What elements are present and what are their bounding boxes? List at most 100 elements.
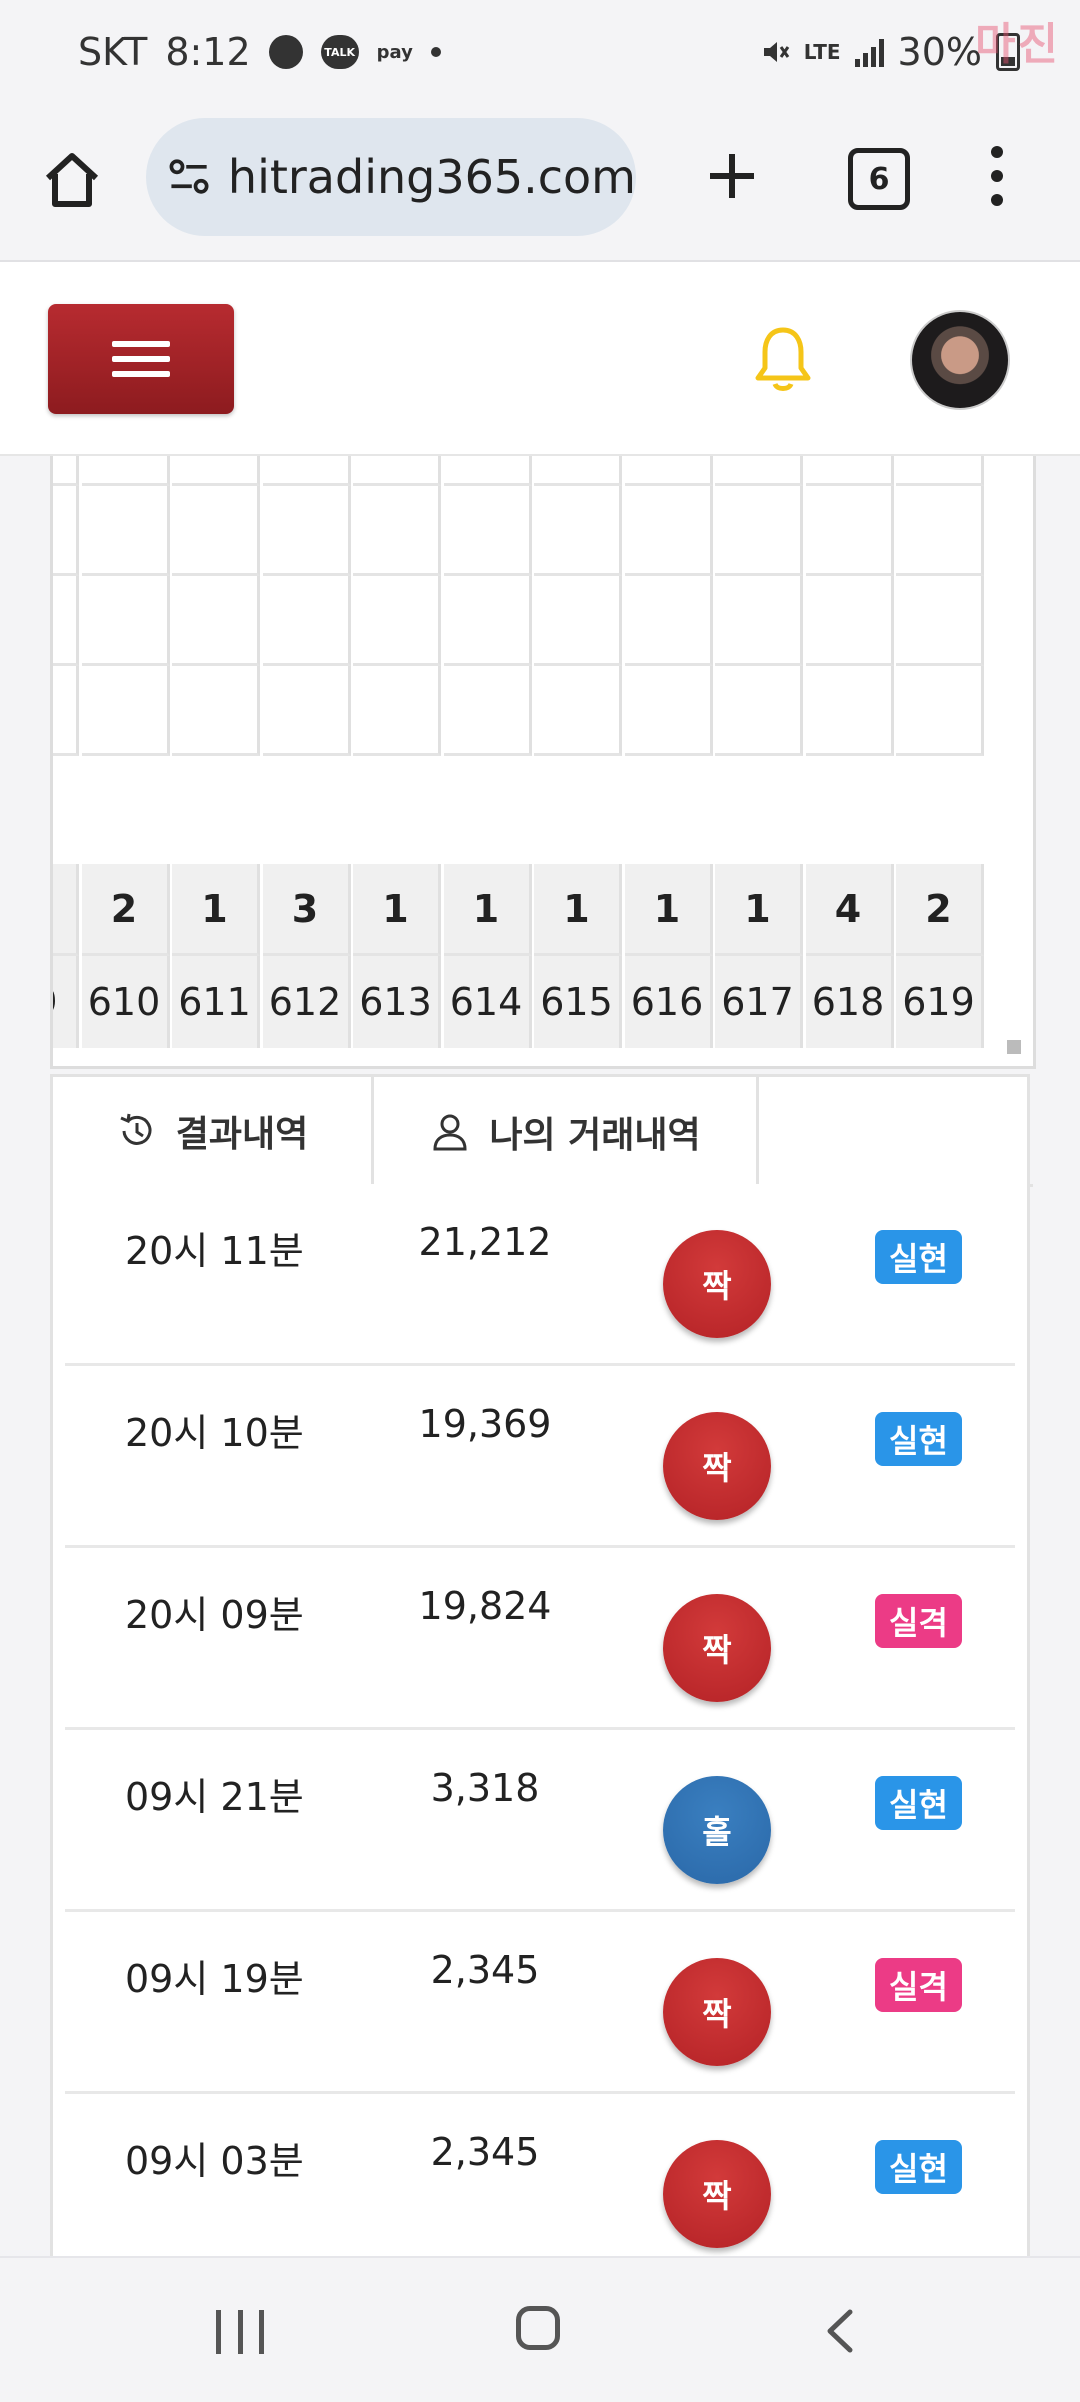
grid-count-cell: 2: [81, 864, 170, 956]
trade-row[interactable]: 20시 09분 19,824 짝 실격: [65, 1548, 1015, 1730]
address-bar[interactable]: hitrading365.com: [146, 118, 636, 236]
odd-pick-ball: 홀: [663, 1776, 771, 1884]
trade-list[interactable]: 20시 11분 21,212 짝 실현 20시 10분 19,369 짝 실현 20시 09분 1…: [50, 1184, 1030, 2276]
carrier-label: SKT: [78, 30, 148, 74]
system-nav-bar: [0, 2256, 1080, 2402]
grid-cell: [805, 486, 894, 576]
grid-round-cell: 617: [715, 956, 803, 1048]
grid-cell: [262, 576, 351, 666]
grid-cell: [53, 576, 79, 666]
grid-cell: [353, 456, 441, 486]
grid-cell: [624, 576, 713, 666]
grid-cell: [624, 456, 713, 486]
grid-cell: [172, 456, 260, 486]
grid-cell: [443, 576, 532, 666]
grid-cell: [353, 666, 441, 756]
home-nav-icon[interactable]: [516, 2306, 560, 2350]
status-bar: SKT 8:12 TALK pay LTE 30% 마진: [0, 0, 1080, 110]
result-badge: 실현: [875, 1412, 962, 1466]
grid-round-cell: 611: [172, 956, 260, 1048]
site-settings-icon[interactable]: [164, 149, 216, 205]
grid-cell: [534, 456, 622, 486]
mute-icon: [763, 42, 790, 62]
trade-time: 09시 03분: [125, 2139, 304, 2183]
grid-round-cell: 09: [53, 956, 79, 1048]
grid-cell: [534, 486, 622, 576]
recent-apps-icon[interactable]: [216, 2310, 264, 2354]
main-content: 4092610161136121613161416151616161746182…: [50, 456, 1036, 2276]
trade-row[interactable]: 09시 19분 2,345 짝 실격: [65, 1912, 1015, 2094]
trade-price: 19,369: [418, 1402, 552, 1446]
grid-cell: [896, 456, 984, 486]
grid-count-cell: 4: [805, 864, 894, 956]
grid-cell: [443, 666, 532, 756]
trade-price: 2,345: [430, 1948, 540, 1992]
result-badge: 실격: [875, 1958, 962, 2012]
tab-my-trades-label: 나의 거래내역: [489, 1115, 701, 1156]
tabs-icon[interactable]: 6: [848, 148, 910, 210]
tab-results[interactable]: 결과내역: [53, 1077, 371, 1187]
grid-cell: [353, 486, 441, 576]
grid-cell: [715, 666, 803, 756]
trade-row[interactable]: 20시 11분 21,212 짝 실현: [65, 1184, 1015, 1366]
more-notifications-dot-icon: [430, 47, 441, 57]
url-text[interactable]: hitrading365.com: [228, 150, 636, 204]
grid-cell: [805, 576, 894, 666]
grid-cell: [53, 486, 79, 576]
bell-icon[interactable]: [752, 324, 814, 394]
grid-cell: [81, 666, 170, 756]
grid-cell: [443, 486, 532, 576]
grid-cell: [172, 486, 260, 576]
grid-cell: [172, 666, 260, 756]
grid-round-cell: 618: [805, 956, 894, 1048]
grid-round-cell: 614: [443, 956, 532, 1048]
grid-cell: [624, 666, 713, 756]
grid-cell: [262, 666, 351, 756]
trade-row[interactable]: 20시 10분 19,369 짝 실현: [65, 1366, 1015, 1548]
trade-time: 20시 09분: [125, 1593, 304, 1637]
user-icon: [433, 1114, 467, 1151]
tab-my-trades[interactable]: 나의 거래내역: [371, 1074, 759, 1187]
home-icon[interactable]: [40, 148, 104, 212]
grid-count-cell: 1: [443, 864, 532, 956]
grid-cell: [172, 576, 260, 666]
grid-cell: [262, 456, 351, 486]
grid-count-cell: 1: [534, 864, 622, 956]
pill-notification-icon: [261, 27, 310, 77]
grid-count-cell: 1: [172, 864, 260, 956]
history-icon: [120, 1113, 152, 1145]
grid-count-cell: 4: [53, 864, 79, 956]
grid-count-cell: 1: [353, 864, 441, 956]
grid-scrollbar-corner[interactable]: [1007, 1040, 1021, 1054]
trade-time: 20시 10분: [125, 1411, 304, 1455]
plus-icon[interactable]: [700, 144, 764, 208]
even-pick-ball: 짝: [663, 1594, 771, 1702]
grid-round-cell: 610: [81, 956, 170, 1048]
result-badge: 실현: [875, 2140, 962, 2194]
grid-cell: [534, 666, 622, 756]
grid-cell: [81, 486, 170, 576]
tab-count: 6: [868, 161, 890, 197]
watermark-logo: 마진: [975, 19, 1060, 70]
pay-notification-icon: pay: [376, 41, 413, 63]
result-grid[interactable]: 4092610161136121613161416151616161746182…: [50, 456, 1036, 1069]
result-badge: 실현: [875, 1776, 962, 1830]
grid-cell: [53, 666, 79, 756]
trade-price: 19,824: [418, 1584, 552, 1628]
result-badge: 실격: [875, 1594, 962, 1648]
trade-row[interactable]: 09시 21분 3,318 홀 실현: [65, 1730, 1015, 1912]
tab-results-label: 결과내역: [175, 1113, 309, 1155]
back-icon[interactable]: [820, 2308, 860, 2354]
grid-round-cell: 616: [624, 956, 713, 1048]
menu-button[interactable]: [48, 304, 234, 414]
even-pick-ball: 짝: [663, 1230, 771, 1338]
trade-time: 09시 19분: [125, 1957, 304, 2001]
grid-count-cell: 3: [262, 864, 351, 956]
grid-cell: [624, 486, 713, 576]
more-vert-icon[interactable]: [990, 146, 1004, 206]
grid-cell: [715, 456, 803, 486]
avatar[interactable]: [910, 310, 1010, 410]
result-badge: 실현: [875, 1230, 962, 1284]
trade-row[interactable]: 09시 03분 2,345 짝 실현: [65, 2094, 1015, 2276]
battery-percent: 30%: [897, 30, 982, 74]
